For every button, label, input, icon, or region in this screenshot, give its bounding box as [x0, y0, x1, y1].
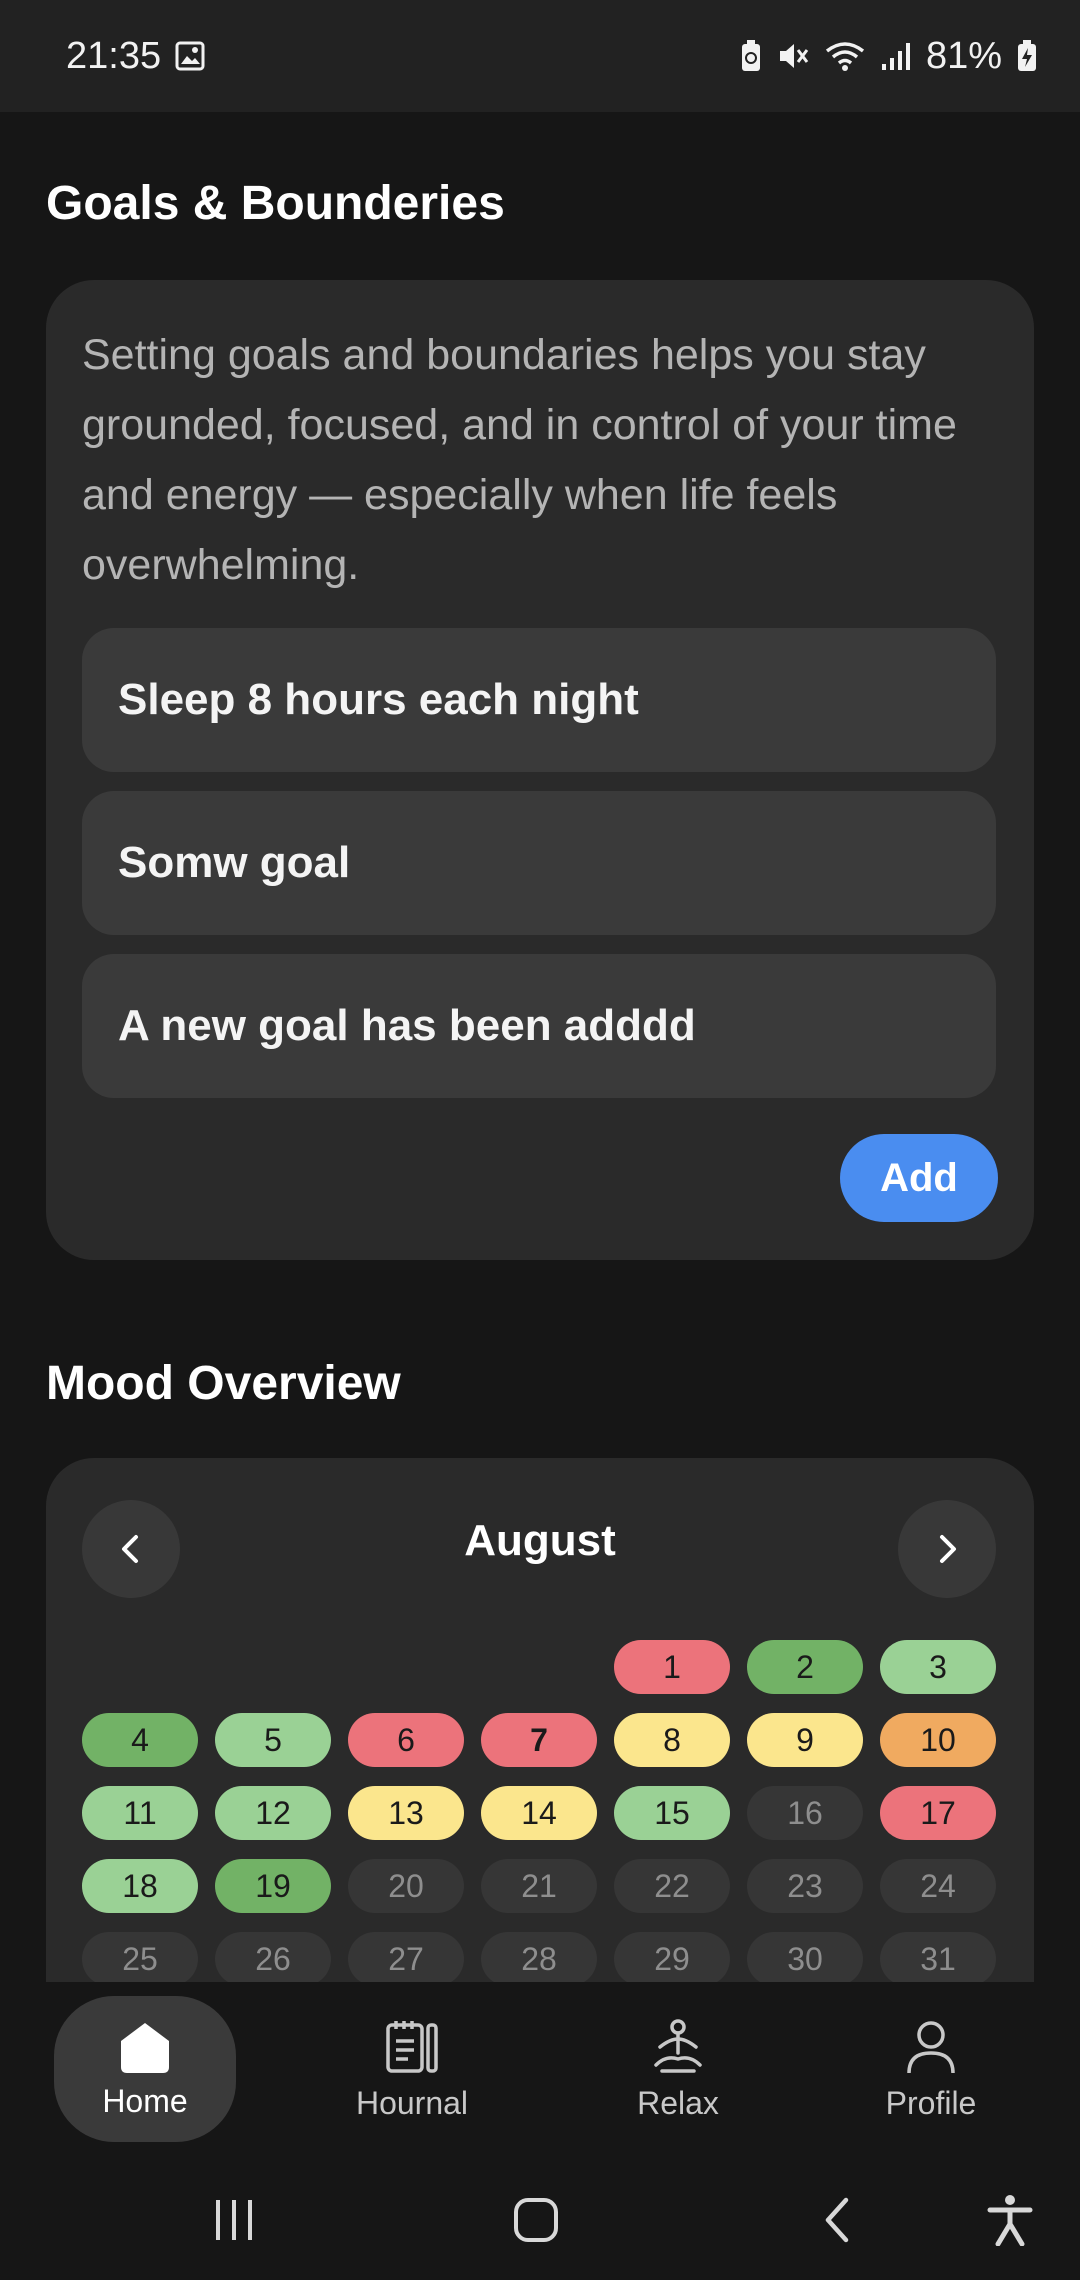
battery-saver-icon [740, 39, 762, 73]
calendar-day[interactable]: 30 [747, 1932, 863, 1982]
calendar-day[interactable]: 2 [747, 1640, 863, 1694]
calendar-day[interactable]: 4 [82, 1713, 198, 1767]
mute-icon [776, 39, 810, 73]
calendar-day[interactable]: 24 [880, 1859, 996, 1913]
calendar-day[interactable]: 27 [348, 1932, 464, 1982]
nav-item-label: Relax [637, 2084, 719, 2121]
calendar-day[interactable]: 14 [481, 1786, 597, 1840]
home-button-icon [514, 2198, 558, 2242]
calendar-day[interactable]: 16 [747, 1786, 863, 1840]
calendar-day[interactable]: 1 [614, 1640, 730, 1694]
chevron-right-icon [940, 1535, 956, 1563]
month-label: August [464, 1516, 616, 1565]
home-icon [121, 2022, 169, 2073]
calendar-day[interactable]: 8 [614, 1713, 730, 1767]
calendar-day[interactable]: 5 [215, 1713, 331, 1767]
calendar-day[interactable]: 13 [348, 1786, 464, 1840]
status-time: 21:35 [66, 34, 162, 77]
goals-intro-text: Setting goals and boundaries helps you s… [82, 331, 957, 589]
add-goal-button[interactable]: Add [840, 1134, 998, 1222]
calendar-day[interactable]: 12 [215, 1786, 331, 1840]
accessibility-button[interactable] [980, 2190, 1040, 2250]
calendar-day[interactable]: 29 [614, 1932, 730, 1982]
calendar-day[interactable]: 15 [614, 1786, 730, 1840]
nav-item-label: Profile [885, 2084, 977, 2121]
next-month-button[interactable] [898, 1500, 996, 1598]
calendar-day[interactable]: 9 [747, 1713, 863, 1767]
image-icon [175, 41, 205, 71]
mood-calendar-card: August 1 2 3 4 5 6 7 8 9 10 11 12 13 14 15 16 17 18 19 20 21… [46, 1458, 1034, 1982]
calendar-day[interactable]: 21 [481, 1859, 597, 1913]
battery-charging-icon [1016, 39, 1038, 73]
calendar-day[interactable]: 17 [880, 1786, 996, 1840]
back-icon [825, 2197, 849, 2243]
nav-item-home[interactable]: Home [54, 1996, 236, 2142]
system-navigation-bar [0, 2162, 1080, 2280]
calendar-day[interactable]: 3 [880, 1640, 996, 1694]
calendar-day[interactable]: 10 [880, 1713, 996, 1767]
calendar-day[interactable]: 19 [215, 1859, 331, 1913]
calendar-day[interactable]: 20 [348, 1859, 464, 1913]
wifi-icon [824, 39, 866, 73]
goal-item[interactable]: A new goal has been adddd [82, 954, 996, 1098]
calendar-day[interactable]: 6 [348, 1713, 464, 1767]
goal-item[interactable]: Sleep 8 hours each night [82, 628, 996, 772]
calendar-day[interactable]: 23 [747, 1859, 863, 1913]
goal-item-label: Somw goal [118, 838, 351, 887]
profile-icon [907, 2020, 955, 2073]
goals-card: Setting goals and boundaries helps you s… [46, 280, 1034, 1260]
nav-item-label: Home [102, 2082, 188, 2119]
calendar-day[interactable]: 26 [215, 1932, 331, 1982]
goal-item-label: Sleep 8 hours each night [118, 675, 639, 724]
bottom-navigation: Home Hournal Relax Profile [0, 1982, 1080, 2162]
goal-item[interactable]: Somw goal [82, 791, 996, 935]
back-system-button[interactable] [808, 2190, 868, 2250]
meditation-icon [654, 2018, 702, 2073]
calendar-day[interactable]: 31 [880, 1932, 996, 1982]
calendar-day[interactable]: 25 [82, 1932, 198, 1982]
recent-apps-button[interactable] [204, 2190, 264, 2250]
status-bar: 21:35 81% [0, 0, 1080, 112]
calendar-day[interactable]: 18 [82, 1859, 198, 1913]
calendar-day[interactable]: 7 [481, 1713, 597, 1767]
calendar-day[interactable]: 22 [614, 1859, 730, 1913]
nav-item-label: Hournal [355, 2084, 469, 2121]
battery-percent: 81% [925, 34, 1002, 77]
nav-item-relax[interactable]: Relax [600, 1996, 756, 2142]
signal-icon [880, 40, 912, 72]
home-system-button[interactable] [506, 2190, 566, 2250]
calendar-day[interactable]: 11 [82, 1786, 198, 1840]
goals-section-title: Goals & Bounderies [46, 177, 505, 230]
accessibility-icon [987, 2195, 1033, 2246]
recent-apps-icon [216, 2200, 252, 2240]
mood-section-title: Mood Overview [46, 1357, 401, 1410]
nav-item-profile[interactable]: Profile [852, 1996, 1010, 2142]
goal-item-label: A new goal has been adddd [118, 1001, 696, 1050]
nav-item-hournal[interactable]: Hournal [330, 1996, 494, 2142]
journal-icon [386, 2020, 438, 2073]
calendar-day[interactable]: 28 [481, 1932, 597, 1982]
